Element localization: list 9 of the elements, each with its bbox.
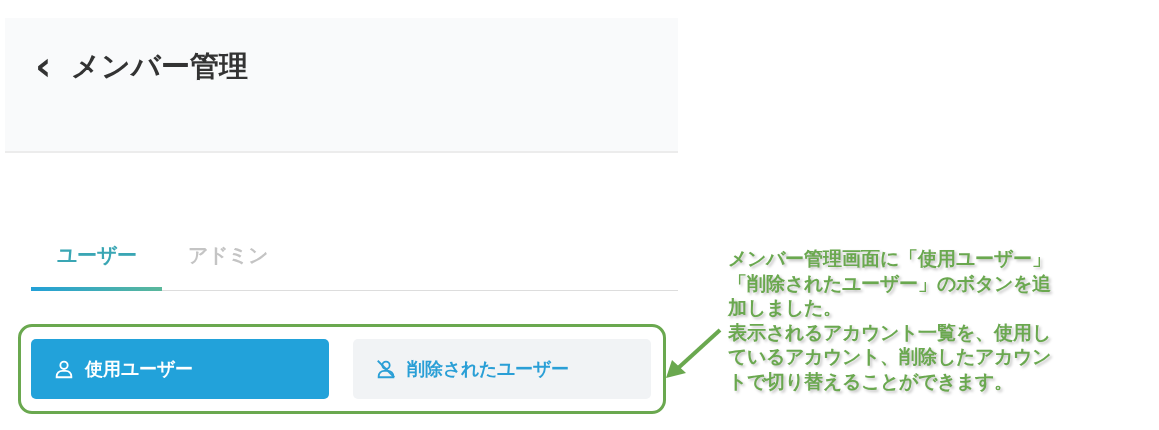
- tab[interactable]: アドミン: [162, 228, 293, 291]
- page-title: メンバー管理: [71, 48, 249, 85]
- annotation-text: メンバー管理画面に「使用ユーザー」 「削除されたユーザー」のボタンを追 加しました。 表示されるアカウント一覧を、使用し ているアカウント、削除したアカウン トで切り替えることができます。: [728, 246, 1051, 393]
- tab[interactable]: ユーザー: [31, 228, 162, 291]
- filter-button[interactable]: 削除されたユーザー: [353, 339, 651, 399]
- filter-button[interactable]: 使用ユーザー: [31, 339, 329, 399]
- person-icon: [53, 358, 75, 380]
- back-button[interactable]: ‹: [35, 44, 52, 88]
- crossed-out-person-icon: [375, 358, 397, 380]
